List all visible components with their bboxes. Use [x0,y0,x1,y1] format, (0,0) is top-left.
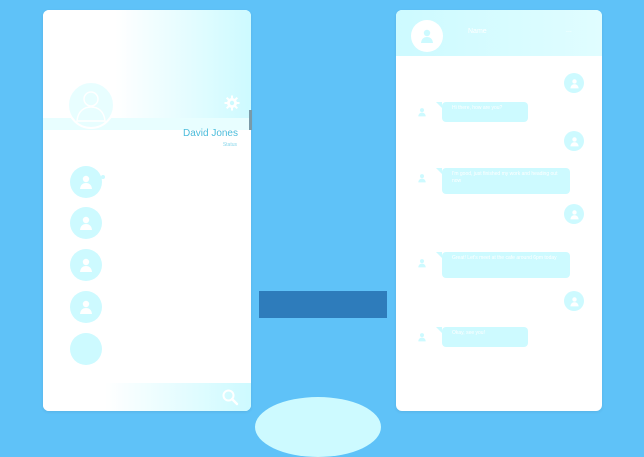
receiver-avatar [416,106,428,118]
person-icon [80,300,92,314]
person-icon [418,108,426,117]
message-bubble: Okay, see you! [436,327,528,347]
online-indicator [101,175,105,179]
person-icon [418,333,426,342]
person-icon [569,136,579,146]
message-bubble: I'm good, just finished my work and head… [436,168,570,194]
profile-name: David Jones [182,128,238,139]
contacts-panel: David Jones Status [43,10,251,411]
chat-header-name: Name [468,28,487,35]
contact-avatar[interactable] [70,207,102,239]
contact-avatar[interactable] [70,166,102,198]
receiver-avatar [416,172,428,184]
receiver-avatar [416,257,428,269]
person-icon [80,258,92,272]
search-bar[interactable] [43,383,251,411]
receiver-avatar [416,331,428,343]
person-icon [418,174,426,183]
person-icon [569,296,579,306]
contact-avatar-empty[interactable] [70,333,102,365]
chat-panel: Name ... Hi there, how are you? I'm good… [396,10,602,411]
person-icon [80,216,92,230]
person-outline-icon [76,91,106,122]
contact-avatar[interactable] [70,291,102,323]
contact-avatar[interactable] [70,249,102,281]
message-bubble: Great! Let's meet at the cafe around 6pm… [436,252,570,278]
decorative-arc [255,397,381,457]
sender-avatar [564,291,584,311]
person-icon [80,175,92,189]
message-bubble: Hi there, how are you? [436,102,528,122]
sender-avatar [564,131,584,151]
sender-avatar [564,204,584,224]
person-icon [418,259,426,268]
gear-icon[interactable] [224,95,240,111]
more-options-icon[interactable]: ... [566,27,572,34]
person-icon [569,209,579,219]
sender-avatar [564,73,584,93]
placeholder-bar [259,291,387,318]
divider [249,110,252,130]
profile-status: Status [222,142,237,148]
person-icon [421,29,433,43]
profile-avatar[interactable] [67,81,115,129]
search-icon[interactable] [221,388,239,406]
chat-header-avatar[interactable] [411,20,443,52]
person-icon [569,78,579,88]
